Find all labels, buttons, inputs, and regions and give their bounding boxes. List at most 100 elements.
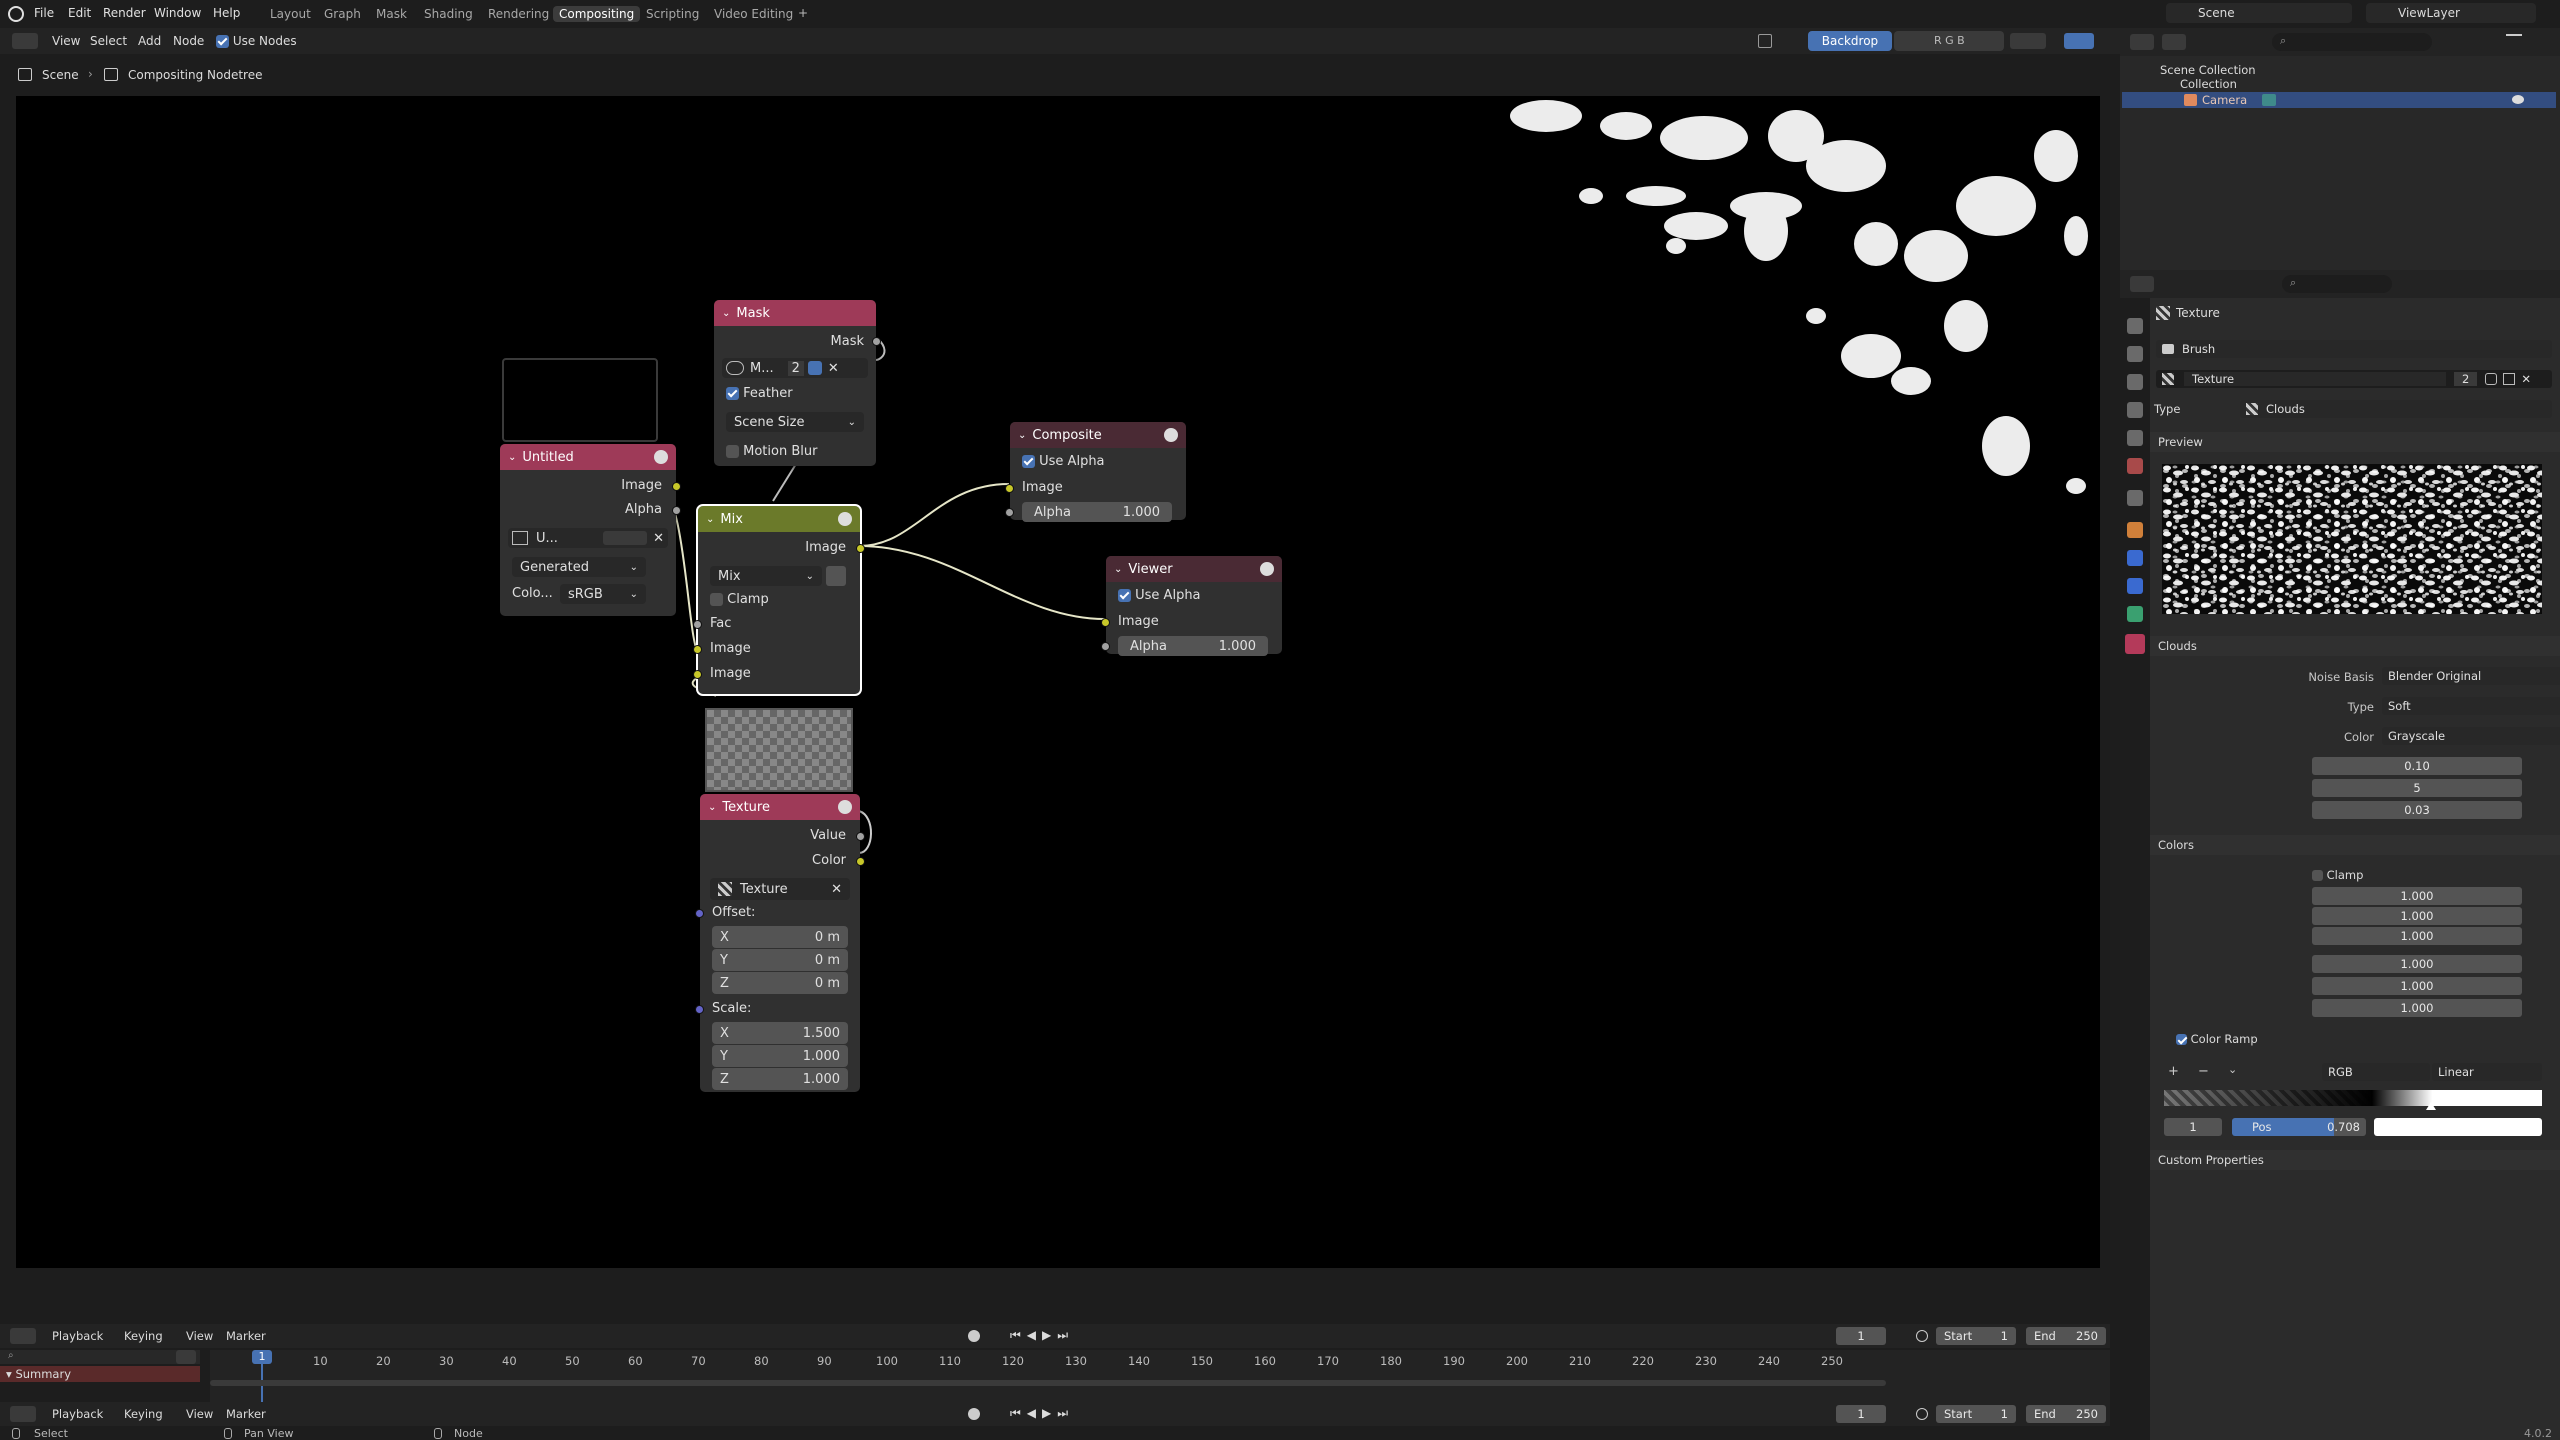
modifier-tab-icon[interactable] (2127, 550, 2143, 566)
mask-node-header[interactable]: ⌄ Mask (714, 300, 876, 326)
menu-help[interactable]: Help (213, 6, 240, 20)
image-datablock[interactable]: U... ✕ (508, 528, 668, 548)
filter-icon[interactable] (2506, 34, 2522, 50)
editor-type-icon[interactable] (10, 1328, 36, 1344)
menu-keying[interactable]: Keying (124, 1329, 163, 1343)
scale-y-field[interactable]: Y 1.000 (712, 1045, 848, 1067)
tab-mask[interactable]: Mask (370, 6, 413, 22)
menu-file[interactable]: File (34, 6, 54, 20)
feather-checkbox[interactable]: Feather (726, 386, 793, 401)
breadcrumb-scene[interactable]: Scene (42, 68, 79, 82)
collapse-icon[interactable]: ⌄ (1114, 564, 1122, 575)
image-actions-icon[interactable] (603, 531, 648, 545)
collection-tab-icon[interactable] (2127, 490, 2143, 506)
record-icon[interactable] (968, 1408, 980, 1420)
scale-z-field[interactable]: Z 1.000 (712, 1068, 848, 1090)
collapse-icon[interactable]: ⌄ (722, 308, 730, 319)
ramp-position-field[interactable]: Pos 0.708 (2232, 1118, 2366, 1136)
menu-node[interactable]: Node (173, 34, 204, 48)
composite-node-header[interactable]: ⌄ Composite (1010, 422, 1186, 448)
mask-users-count[interactable]: 2 (787, 360, 804, 376)
image1-input-socket[interactable] (693, 645, 702, 654)
ramp-interpolation-dropdown[interactable]: Linear (2432, 1063, 2542, 1081)
texture-datablock-name[interactable]: Texture (2184, 372, 2446, 386)
scene-tab-icon[interactable] (2127, 430, 2143, 446)
outliner-collection[interactable]: Collection (2180, 77, 2237, 91)
texture-users-count[interactable]: 2 (2454, 372, 2478, 386)
color-space-dropdown[interactable]: sRGB ⌄ (560, 584, 646, 604)
close-icon[interactable]: ✕ (831, 882, 842, 897)
start-frame-field[interactable]: Start 1 (1936, 1405, 2016, 1423)
collapse-icon[interactable]: ⌄ (708, 802, 716, 813)
summary-row[interactable]: ▾ Summary (0, 1366, 200, 1382)
custom-properties-panel-header[interactable]: Custom Properties (2150, 1150, 2560, 1170)
render-preview-icon[interactable] (1164, 428, 1178, 442)
tool-tab-icon[interactable] (2127, 318, 2143, 334)
close-icon[interactable]: ✕ (2521, 372, 2531, 386)
playback-controls-icon[interactable]: ⏮◀▶⏭ (1010, 1406, 1074, 1421)
texture-node[interactable]: ⌄ Texture Value Color Texture ✕ Offset: X 0… (695, 794, 865, 1092)
display-mode-icon[interactable] (2162, 34, 2186, 50)
menu-playback[interactable]: Playback (52, 1329, 103, 1343)
scene-selector[interactable]: Scene (2166, 3, 2352, 23)
motion-blur-checkbox[interactable]: Motion Blur (726, 444, 817, 459)
add-stop-icon[interactable]: + (2168, 1064, 2179, 1079)
mix-mode-dropdown[interactable]: Mix ⌄ (710, 566, 822, 586)
editor-type-icon[interactable] (2130, 34, 2154, 50)
close-icon[interactable]: ✕ (828, 361, 839, 376)
tab-compositing[interactable]: Compositing (553, 6, 641, 22)
mask-size-dropdown[interactable]: Scene Size ⌄ (726, 412, 864, 432)
depth-field[interactable]: 5 (2312, 779, 2522, 797)
collapse-icon[interactable]: ⌄ (508, 452, 516, 463)
multiply-b-field[interactable]: 1.000 (2312, 927, 2522, 945)
gizmo-icon[interactable] (2064, 33, 2094, 49)
fake-user-shield-icon[interactable] (807, 361, 822, 375)
data-tab-icon[interactable] (2127, 606, 2143, 622)
offset-y-field[interactable]: Y 0 m (712, 949, 848, 971)
start-frame-field[interactable]: Start 1 (1936, 1327, 2016, 1345)
texture-tab-icon[interactable] (2125, 634, 2145, 654)
output-tab-icon[interactable] (2127, 374, 2143, 390)
saturation-field[interactable]: 1.000 (2312, 999, 2522, 1017)
cloud-type-dropdown[interactable]: Soft (2382, 697, 2560, 715)
editor-type-icon[interactable] (10, 1406, 36, 1422)
menu-add[interactable]: Add (138, 34, 161, 48)
duplicate-icon[interactable] (2503, 373, 2516, 385)
breadcrumb-nodetree[interactable]: Compositing Nodetree (128, 68, 263, 82)
alpha-output-socket[interactable] (672, 506, 681, 515)
render-preview-icon[interactable] (838, 512, 852, 526)
composite-use-alpha-checkbox[interactable]: Use Alpha (1022, 454, 1105, 469)
mix-node[interactable]: ⌄ Mix Image Mix ⌄ Clamp Fac Image Image (693, 504, 865, 696)
ramp-color-mode-dropdown[interactable]: RGB (2322, 1063, 2430, 1081)
mask-datablock[interactable]: M... 2 ✕ (722, 358, 868, 378)
view-layer-tab-icon[interactable] (2127, 402, 2143, 418)
render-preview-icon[interactable] (654, 450, 668, 464)
fac-input-socket[interactable] (693, 620, 702, 629)
timeline-scrollbar[interactable] (210, 1380, 1886, 1386)
menu-edit[interactable]: Edit (68, 6, 91, 20)
use-nodes-checkbox[interactable]: Use Nodes (216, 34, 297, 48)
backdrop-toggle[interactable]: Backdrop (1808, 31, 1892, 51)
nabla-field[interactable]: 0.03 (2312, 801, 2522, 819)
tab-shading[interactable]: Shading (418, 6, 479, 22)
offset-x-field[interactable]: X 0 m (712, 926, 848, 948)
clamp-checkbox[interactable]: Clamp (710, 592, 769, 607)
blender-logo-icon[interactable] (8, 6, 24, 22)
menu-marker[interactable]: Marker (226, 1407, 266, 1421)
offset-input-socket[interactable] (695, 909, 704, 918)
color-output-socket[interactable] (856, 857, 865, 866)
multiply-g-field[interactable]: 1.000 (2312, 907, 2522, 925)
collapse-icon[interactable]: ⌄ (1018, 430, 1026, 441)
render-preview-icon[interactable] (838, 800, 852, 814)
size-field[interactable]: 0.10 (2312, 757, 2522, 775)
offset-z-field[interactable]: Z 0 m (712, 972, 848, 994)
composite-image-input-socket[interactable] (1005, 484, 1014, 493)
viewer-image-input-socket[interactable] (1101, 618, 1110, 627)
menu-view[interactable]: View (52, 34, 80, 48)
record-icon[interactable] (968, 1330, 980, 1342)
mix-node-header[interactable]: ⌄ Mix (698, 506, 860, 532)
menu-marker[interactable]: Marker (226, 1329, 266, 1343)
colors-clamp-checkbox[interactable]: Clamp (2312, 868, 2363, 882)
collapse-icon[interactable]: ⌄ (706, 514, 714, 525)
menu-render[interactable]: Render (103, 6, 146, 20)
